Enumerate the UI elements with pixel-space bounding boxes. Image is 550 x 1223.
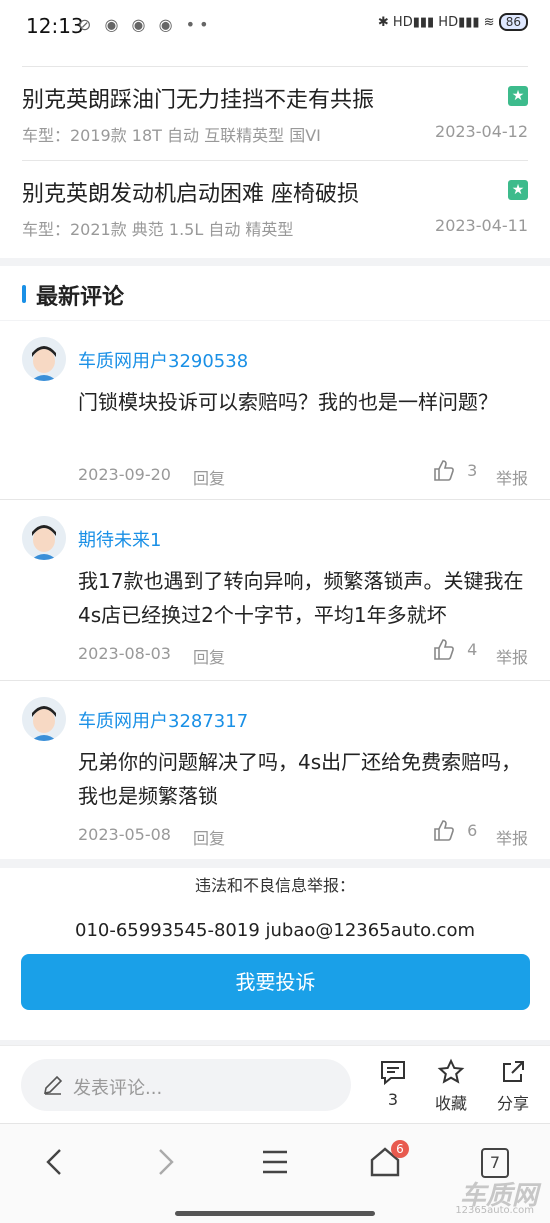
share-icon bbox=[503, 1061, 524, 1082]
battery-icon: 86 bbox=[498, 13, 528, 31]
thumbs-up-icon bbox=[434, 639, 454, 660]
like-button[interactable]: 4 bbox=[432, 638, 477, 662]
complaint-list: 别克英朗踩油门无力挂挡不走有共振 ★ 车型：2019款 18T 自动 互联精英型… bbox=[0, 50, 550, 258]
home-indicator[interactable] bbox=[175, 1211, 375, 1216]
status-bar: 12:13 ⊘ ◉ ◉ ◉ •• ✱ HD▮▮▮ HD▮▮▮ ≋ 86 bbox=[0, 0, 550, 50]
avatar[interactable] bbox=[22, 337, 66, 381]
thumbs-up-icon bbox=[434, 460, 454, 481]
comment-text: 门锁模块投诉可以索赔吗？我的也是一样问题？ bbox=[78, 390, 498, 414]
reply-button[interactable]: 回复 bbox=[193, 825, 225, 849]
back-button[interactable] bbox=[25, 1142, 85, 1186]
star-icon: ★ bbox=[508, 180, 528, 200]
complain-button[interactable]: 我要投诉 bbox=[21, 954, 530, 1010]
reply-button[interactable]: 回复 bbox=[193, 465, 225, 489]
tab-count: 7 bbox=[481, 1148, 509, 1178]
complaint-date: 2023-04-11 bbox=[435, 216, 528, 235]
comment-date: 2023-05-08 bbox=[78, 825, 171, 844]
like-count: 4 bbox=[467, 639, 478, 659]
comment-date: 2023-09-20 bbox=[78, 465, 171, 484]
share-button[interactable]: 分享 bbox=[488, 1058, 538, 1114]
comment-bar: 发表评论... 3 收藏 分享 bbox=[0, 1045, 550, 1124]
report-button[interactable]: 举报 bbox=[496, 825, 528, 849]
like-count: 6 bbox=[467, 820, 478, 840]
comment-input[interactable]: 发表评论... bbox=[21, 1059, 351, 1111]
favorite-button[interactable]: 收藏 bbox=[426, 1058, 476, 1114]
menu-button[interactable] bbox=[245, 1142, 305, 1186]
comment-text: 我17款也遇到了转向异响，频繁落锁声。关键我在4s店已经换过2个十字节，平均1年… bbox=[78, 569, 524, 627]
comments-count-button[interactable]: 3 bbox=[368, 1058, 418, 1109]
share-label: 分享 bbox=[496, 1094, 529, 1113]
home-badge: 6 bbox=[391, 1140, 409, 1158]
complaint-meta: 车型：2019款 18T 自动 互联精英型 国VI bbox=[22, 126, 321, 145]
chevron-right-icon bbox=[159, 1149, 174, 1175]
report-button[interactable]: 举报 bbox=[496, 644, 528, 668]
avatar[interactable] bbox=[22, 516, 66, 560]
comment-placeholder: 发表评论... bbox=[73, 1078, 163, 1099]
comment-text: 兄弟你的问题解决了吗，4s出厂还给免费索赔吗，我也是频繁落锁 bbox=[78, 750, 522, 808]
report-contact: 010-65993545-8019 jubao@12365auto.com bbox=[75, 920, 475, 941]
like-button[interactable]: 6 bbox=[432, 819, 477, 843]
report-button[interactable]: 举报 bbox=[496, 465, 528, 489]
complaint-title[interactable]: 别克英朗发动机启动困难 座椅破损 bbox=[22, 176, 359, 208]
chevron-left-icon bbox=[46, 1149, 61, 1175]
status-time: 12:13 bbox=[26, 14, 84, 38]
user-avatar-icon bbox=[22, 337, 66, 381]
complaint-item[interactable]: 别克英朗踩油门无力挂挡不走有共振 ★ 车型：2019款 18T 自动 互联精英型… bbox=[0, 66, 550, 160]
comment-item: 车质网用户3287317 兄弟你的问题解决了吗，4s出厂还给免费索赔吗，我也是频… bbox=[0, 681, 550, 859]
comment-count: 3 bbox=[387, 1090, 399, 1109]
comment-item: 期待未来1 我17款也遇到了转向异响，频繁落锁声。关键我在4s店已经换过2个十字… bbox=[0, 500, 550, 680]
section-accent-bar bbox=[22, 285, 26, 303]
complaint-meta: 车型：2021款 典范 1.5L 自动 精英型 bbox=[22, 220, 294, 239]
forward-button[interactable] bbox=[135, 1142, 195, 1186]
status-right-icons: ✱ HD▮▮▮ HD▮▮▮ ≋ 86 bbox=[378, 13, 528, 31]
comment-item: 车质网用户3290538 门锁模块投诉可以索赔吗？我的也是一样问题？ 2023-… bbox=[0, 321, 550, 499]
star-outline-icon bbox=[437, 1058, 465, 1084]
hamburger-menu-icon bbox=[263, 1150, 287, 1174]
home-button[interactable]: 6 bbox=[355, 1140, 415, 1186]
report-info-label: 违法和不良信息举报： bbox=[194, 876, 355, 895]
section-title: 最新评论 bbox=[36, 285, 125, 310]
user-avatar-icon bbox=[22, 697, 66, 741]
reply-button[interactable]: 回复 bbox=[193, 644, 225, 668]
edit-icon bbox=[43, 1075, 63, 1095]
status-notification-icons: ⊘ ◉ ◉ ◉ •• bbox=[78, 15, 213, 34]
comment-date: 2023-08-03 bbox=[78, 644, 171, 663]
user-avatar-icon bbox=[22, 516, 66, 560]
comment-username[interactable]: 期待未来1 bbox=[78, 526, 161, 552]
comment-username[interactable]: 车质网用户3290538 bbox=[78, 347, 248, 373]
like-count: 3 bbox=[467, 460, 478, 480]
complaint-date: 2023-04-12 bbox=[435, 122, 528, 141]
comment-icon bbox=[381, 1061, 405, 1086]
like-button[interactable]: 3 bbox=[432, 459, 477, 483]
comment-username[interactable]: 车质网用户3287317 bbox=[78, 707, 248, 733]
favorite-label: 收藏 bbox=[434, 1094, 467, 1113]
thumbs-up-icon bbox=[434, 820, 454, 841]
complaint-title[interactable]: 别克英朗踩油门无力挂挡不走有共振 bbox=[22, 82, 374, 114]
watermark-url: 12365auto.com bbox=[455, 1205, 534, 1216]
star-icon: ★ bbox=[508, 86, 528, 106]
signal-icons: ✱ HD▮▮▮ HD▮▮▮ ≋ bbox=[377, 15, 495, 30]
complaint-item[interactable]: 别克英朗发动机启动困难 座椅破损 ★ 车型：2021款 典范 1.5L 自动 精… bbox=[0, 160, 550, 254]
avatar[interactable] bbox=[22, 697, 66, 741]
